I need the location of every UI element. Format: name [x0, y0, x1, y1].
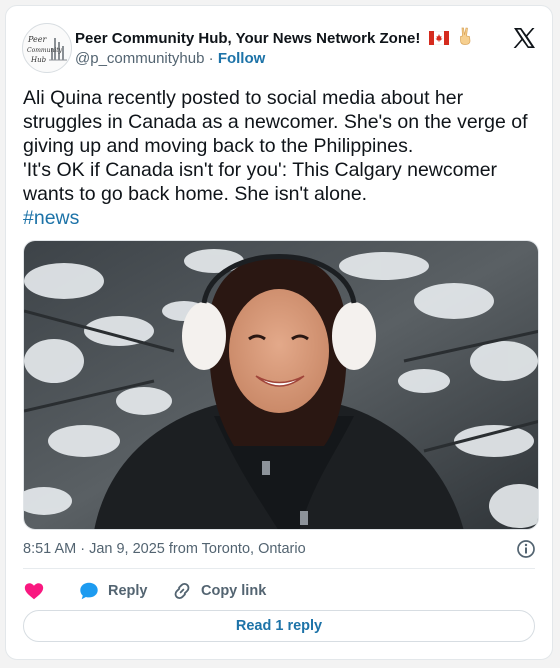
svg-text:Hub: Hub [30, 56, 47, 64]
x-logo-icon[interactable] [512, 26, 536, 50]
divider [23, 568, 535, 569]
hashtag-link[interactable]: #news [23, 207, 79, 229]
author-handle-line: @p_communityhub · Follow [75, 50, 265, 67]
victory-hand-icon [459, 27, 471, 45]
canada-flag-icon [428, 31, 449, 45]
post-timestamp[interactable]: 8:51 AM · Jan 9, 2025 from Toronto, Onta… [23, 541, 306, 557]
author-name-text: Peer Community Hub, Your News Network Zo… [75, 30, 421, 47]
info-icon[interactable] [516, 539, 536, 559]
svg-text:Community: Community [27, 47, 63, 54]
author-display-name[interactable]: Peer Community Hub, Your News Network Zo… [75, 27, 473, 47]
copy-link-label: Copy link [201, 583, 267, 599]
follow-button[interactable]: Follow [218, 50, 266, 67]
separator-dot: · [208, 50, 214, 67]
reply-label: Reply [108, 583, 148, 599]
embedded-post-card: Peer Community Hub Peer Community Hub, Y… [5, 5, 553, 660]
reply-button[interactable]: Reply [78, 578, 148, 604]
speech-bubble-icon [80, 582, 98, 600]
link-icon [174, 582, 190, 600]
post-paragraph: 'It's OK if Canada isn't for you': This … [23, 159, 498, 205]
heart-icon [24, 583, 44, 600]
photo-woman-in-snow [24, 241, 538, 529]
svg-text:Peer: Peer [27, 35, 47, 44]
copy-link-button[interactable]: Copy link [171, 578, 266, 604]
community-logo: Peer Community Hub [27, 35, 67, 64]
post-paragraph: Ali Quina recently posted to social medi… [23, 87, 528, 157]
post-photo[interactable] [23, 240, 539, 530]
author-handle[interactable]: @p_communityhub [75, 50, 204, 67]
post-body: Ali Quina recently posted to social medi… [23, 86, 533, 230]
avatar[interactable]: Peer Community Hub [22, 23, 72, 73]
like-button[interactable] [23, 578, 53, 604]
read-replies-button[interactable]: Read 1 reply [23, 610, 535, 642]
